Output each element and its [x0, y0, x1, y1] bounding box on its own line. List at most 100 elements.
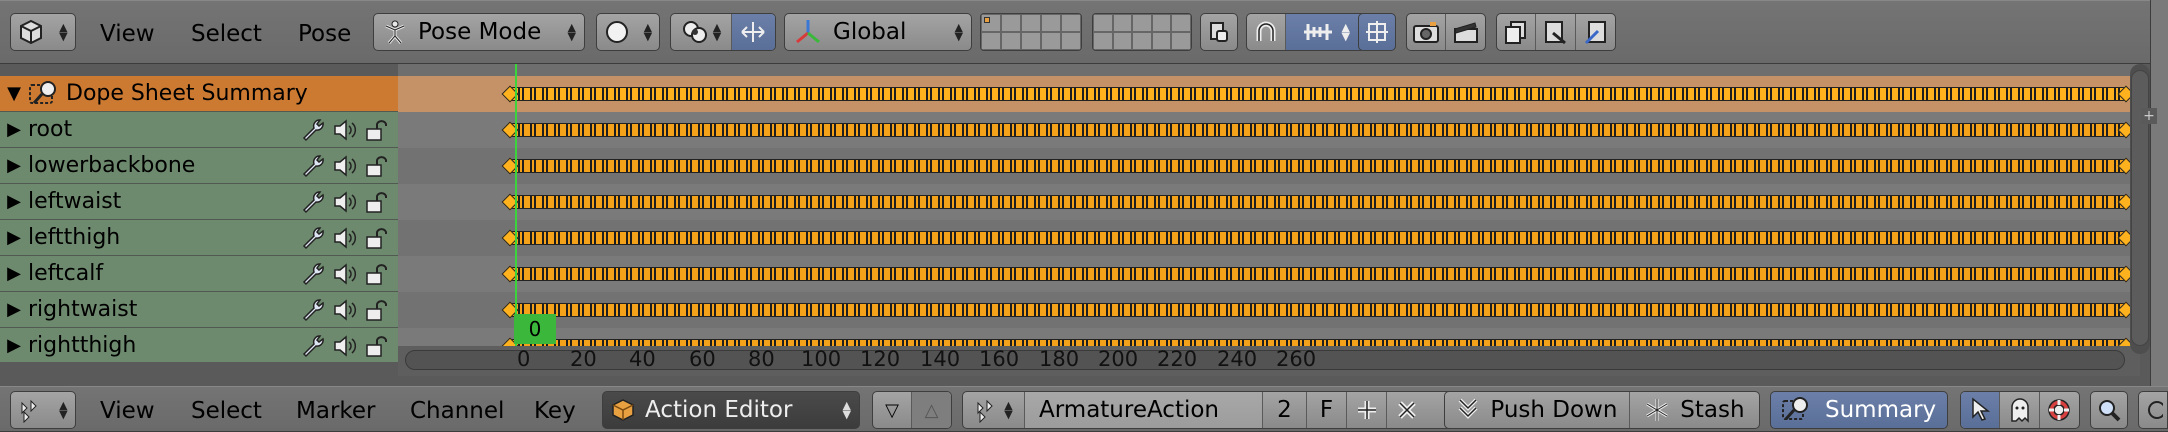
manipulator-toggle[interactable]: [731, 14, 775, 50]
expand-triangle-icon[interactable]: ▶: [0, 227, 28, 248]
speaker-icon[interactable]: [332, 117, 358, 143]
wrench-icon[interactable]: [300, 333, 326, 359]
expand-triangle-icon[interactable]: ▶: [0, 299, 28, 320]
bone-keyframe-row[interactable]: [398, 220, 2140, 256]
mode-selector[interactable]: Pose Mode ▲ ▼: [373, 13, 585, 51]
editor-type-selector[interactable]: ▲ ▼: [10, 391, 76, 429]
keyframe-strip[interactable]: [510, 231, 2125, 245]
unlocked-icon[interactable]: [364, 225, 388, 251]
viewport-shading-selector[interactable]: ▲ ▼: [596, 13, 660, 51]
bone-keyframe-row[interactable]: [398, 292, 2140, 328]
snap-element-selector[interactable]: ▲ ▼: [1286, 14, 1365, 50]
wrench-icon[interactable]: [300, 189, 326, 215]
channel-bone-leftwaist[interactable]: ▶ leftwaist: [0, 184, 398, 220]
unlocked-icon[interactable]: [364, 153, 388, 179]
snap-toggle[interactable]: [1247, 14, 1287, 50]
keyframe-area[interactable]: [398, 64, 2140, 362]
wrench-icon[interactable]: [300, 297, 326, 323]
speaker-icon[interactable]: [332, 153, 358, 179]
menu-view[interactable]: View: [100, 19, 155, 49]
summary-toggle[interactable]: Summary: [1770, 391, 1948, 429]
expand-triangle-icon[interactable]: ▶: [0, 263, 28, 284]
paste-pose-icon: [1544, 21, 1566, 45]
pivot-point-selector[interactable]: ▲ ▼: [671, 14, 732, 50]
action-name-field[interactable]: ArmatureAction: [1025, 392, 1263, 428]
push-down-button[interactable]: Push Down: [1445, 392, 1630, 428]
speaker-icon[interactable]: [332, 261, 358, 287]
bone-keyframe-row[interactable]: [398, 148, 2140, 184]
search-filter-button[interactable]: [2090, 391, 2128, 429]
unlocked-icon[interactable]: [364, 117, 388, 143]
channel-bone-rightwaist[interactable]: ▶ rightwaist: [0, 292, 398, 328]
horizontal-scrollbar[interactable]: [405, 350, 2125, 370]
channel-summary[interactable]: ▼ Dope Sheet Summary: [0, 76, 398, 112]
unlocked-icon[interactable]: [364, 297, 388, 323]
layer-next-button[interactable]: △: [912, 392, 951, 428]
paste-flipped-pose-button[interactable]: [1576, 14, 1615, 50]
speaker-icon[interactable]: [332, 189, 358, 215]
menu-channel[interactable]: Channel: [410, 396, 504, 426]
unlocked-icon[interactable]: [364, 261, 388, 287]
expand-triangle-icon[interactable]: ▶: [0, 119, 28, 140]
transform-orientation-selector[interactable]: Global ▲ ▼: [784, 13, 972, 51]
show-hidden-toggle[interactable]: [2000, 392, 2040, 428]
current-frame-indicator[interactable]: 0: [514, 314, 556, 344]
stash-button[interactable]: Stash: [1630, 392, 1759, 428]
action-browse-button[interactable]: ▲ ▼: [963, 392, 1025, 428]
bone-keyframe-row[interactable]: [398, 112, 2140, 148]
opengl-render-button[interactable]: [1407, 14, 1447, 50]
opengl-animation-button[interactable]: [1446, 14, 1485, 50]
wrench-icon[interactable]: [300, 225, 326, 251]
paste-pose-button[interactable]: [1536, 14, 1576, 50]
lock-camera-layers-button[interactable]: [1200, 13, 1238, 51]
speaker-icon[interactable]: [332, 333, 358, 359]
keyframe-strip[interactable]: [510, 159, 2125, 173]
dropdown-arrows-icon: ▲ ▼: [567, 21, 576, 43]
menu-marker[interactable]: Marker: [296, 396, 376, 426]
channel-bone-lowerbackbone[interactable]: ▶ lowerbackbone: [0, 148, 398, 184]
overflow-button[interactable]: [2138, 391, 2168, 429]
wrench-icon[interactable]: [300, 117, 326, 143]
keyframe-strip[interactable]: [510, 87, 2125, 101]
channel-bone-leftthigh[interactable]: ▶ leftthigh: [0, 220, 398, 256]
menu-view[interactable]: View: [100, 396, 155, 426]
editor-type-selector[interactable]: ▲ ▼: [10, 13, 76, 51]
keyframe-strip[interactable]: [510, 267, 2125, 281]
layer-buttons-1[interactable]: [980, 13, 1082, 51]
region-expand-plus-icon[interactable]: +: [2141, 108, 2157, 124]
new-action-button[interactable]: [1347, 392, 1387, 428]
summary-keyframe-row[interactable]: [398, 76, 2140, 112]
menu-select[interactable]: Select: [191, 19, 262, 49]
fake-user-toggle[interactable]: F: [1307, 392, 1347, 428]
speaker-icon[interactable]: [332, 225, 358, 251]
editor-mode-selector[interactable]: Action Editor ▲ ▼: [602, 391, 860, 429]
wrench-icon[interactable]: [300, 261, 326, 287]
layer-prev-button[interactable]: ▽: [873, 392, 913, 428]
action-users-count[interactable]: 2: [1263, 392, 1307, 428]
unlocked-icon[interactable]: [364, 189, 388, 215]
keyframe-strip[interactable]: [510, 123, 2125, 137]
wrench-icon[interactable]: [300, 153, 326, 179]
channel-bone-root[interactable]: ▶ root: [0, 112, 398, 148]
snap-target-button[interactable]: [1358, 13, 1396, 51]
only-errors-toggle[interactable]: [2040, 392, 2079, 428]
only-selected-toggle[interactable]: [1961, 392, 2001, 428]
copy-pose-button[interactable]: [1497, 14, 1537, 50]
menu-pose[interactable]: Pose: [298, 19, 351, 49]
menu-key[interactable]: Key: [534, 396, 576, 426]
unlink-action-button[interactable]: [1387, 392, 1427, 428]
expand-triangle-icon[interactable]: ▶: [0, 191, 28, 212]
speaker-icon[interactable]: [332, 297, 358, 323]
bone-keyframe-row[interactable]: [398, 256, 2140, 292]
expand-triangle-icon[interactable]: ▶: [0, 335, 28, 356]
menu-select[interactable]: Select: [191, 396, 262, 426]
channel-bone-leftcalf[interactable]: ▶ leftcalf: [0, 256, 398, 292]
expand-triangle-icon[interactable]: ▶: [0, 155, 28, 176]
channel-bone-rightthigh[interactable]: ▶ rightthigh: [0, 328, 398, 364]
layer-buttons-2[interactable]: [1092, 13, 1192, 51]
keyframe-strip[interactable]: [510, 303, 2125, 317]
unlocked-icon[interactable]: [364, 333, 388, 359]
collapse-triangle-icon[interactable]: ▼: [0, 83, 28, 104]
bone-keyframe-row[interactable]: [398, 184, 2140, 220]
keyframe-strip[interactable]: [510, 195, 2125, 209]
